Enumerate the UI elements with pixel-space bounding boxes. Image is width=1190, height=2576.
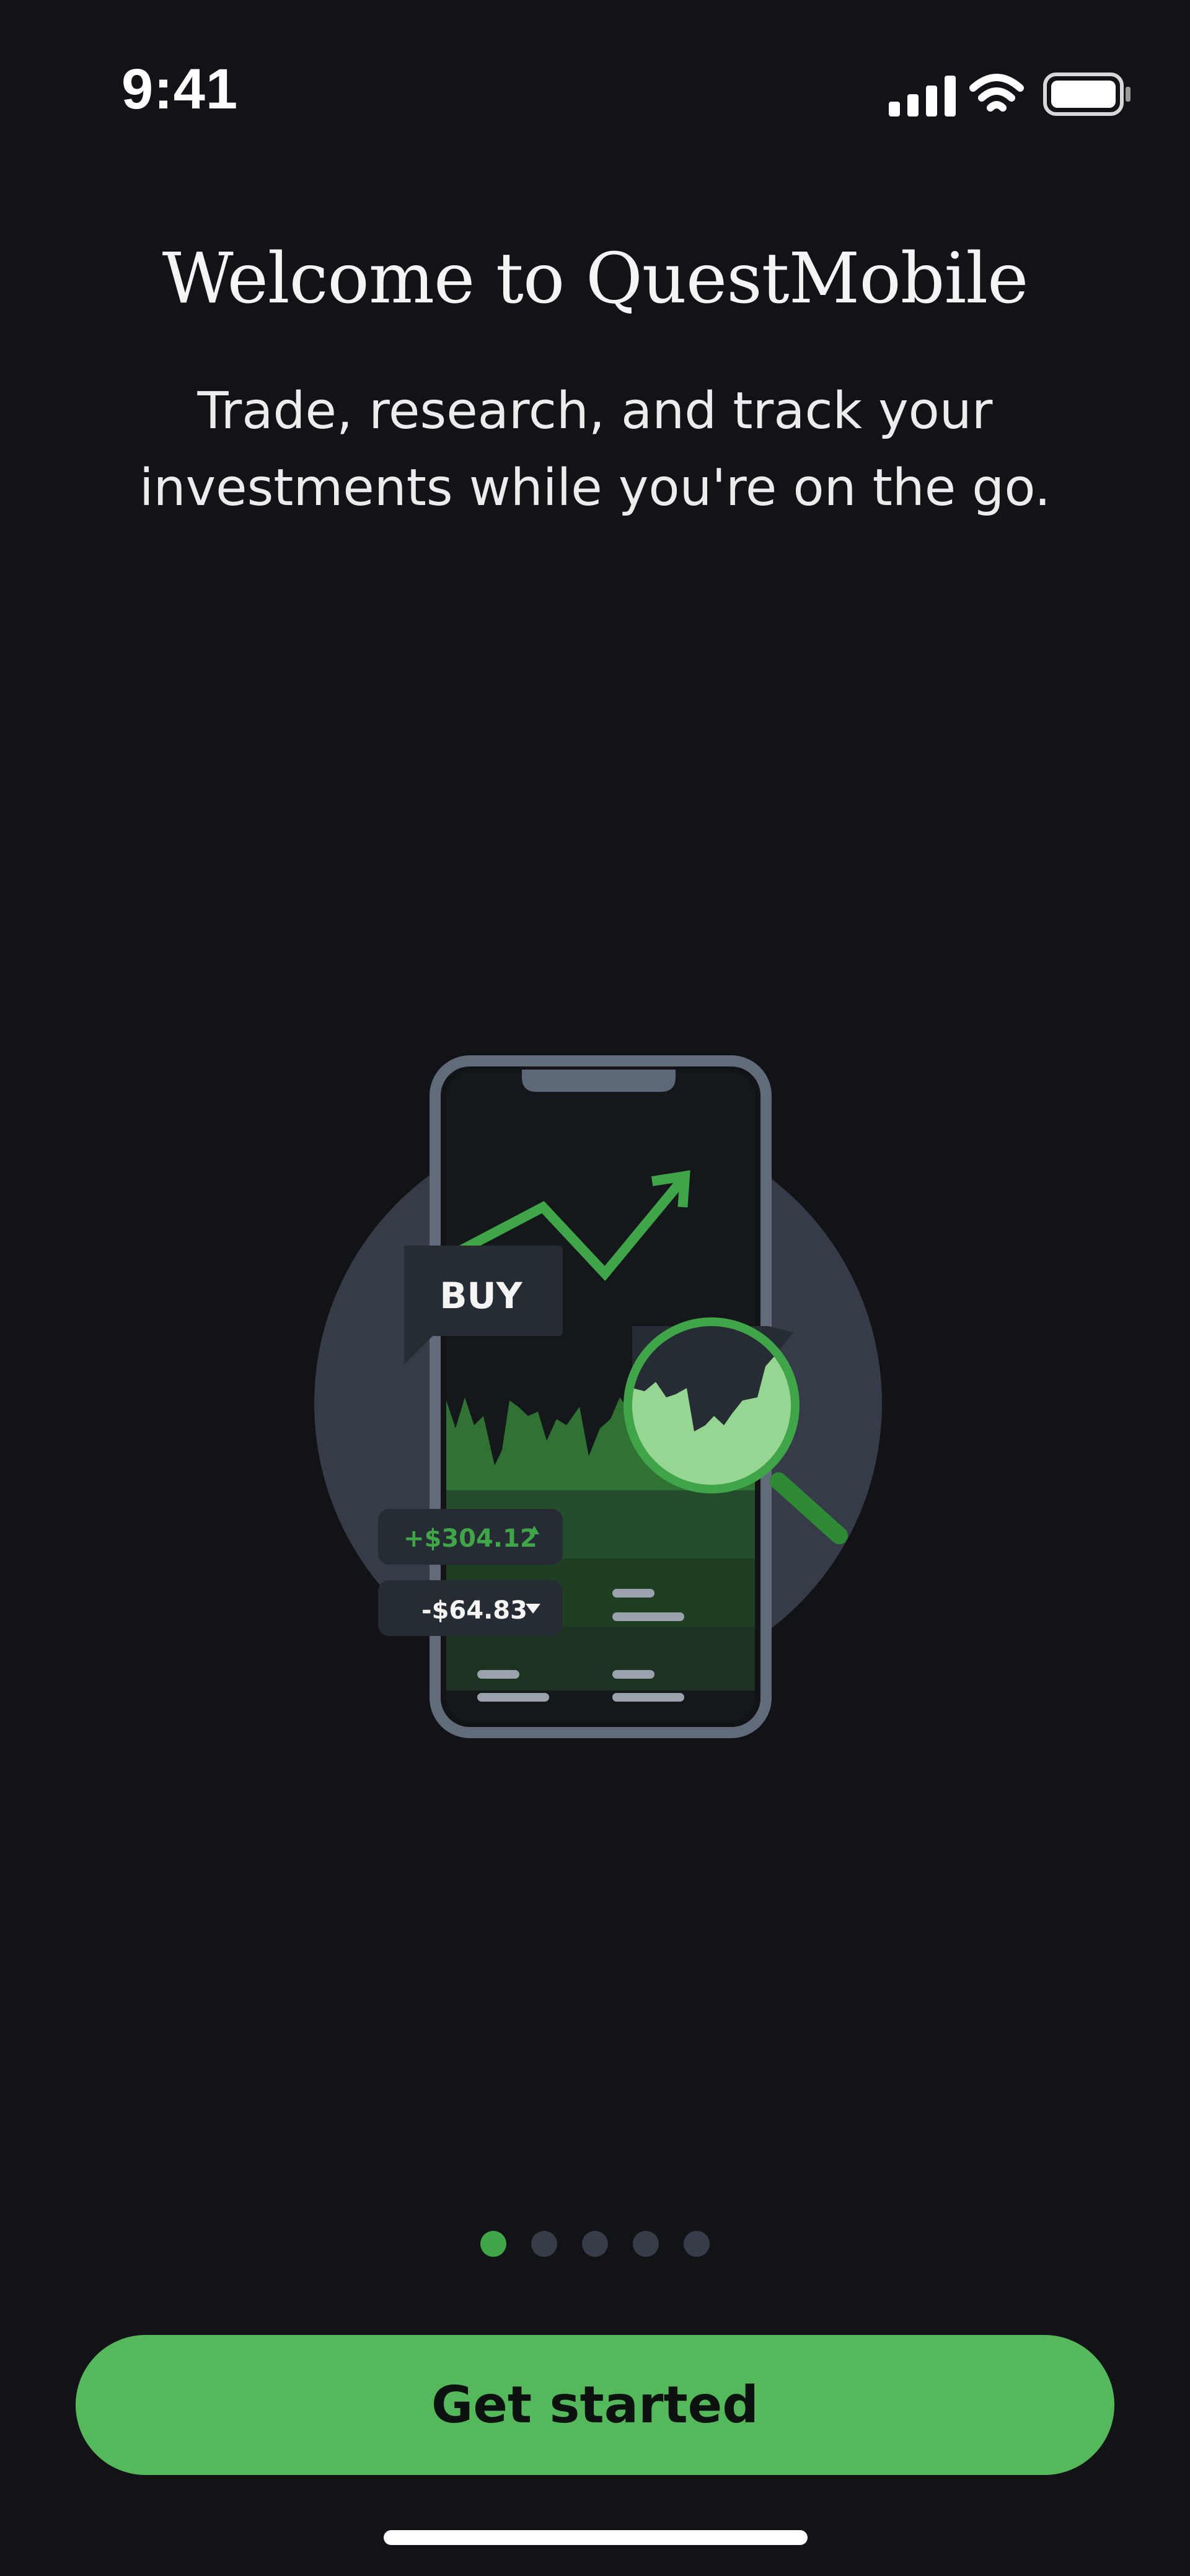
phone-notch — [522, 1070, 676, 1092]
page-dot-2[interactable] — [531, 2231, 557, 2257]
status-time: 9:41 — [121, 58, 239, 121]
welcome-subtitle: Trade, research, and track your investme… — [139, 382, 1051, 517]
status-bar: 9:41 — [0, 0, 1190, 186]
gain-pill: +$304.12 — [378, 1509, 563, 1565]
status-icons — [889, 73, 1130, 116]
get-started-button[interactable]: Get started — [76, 2335, 1114, 2475]
home-indicator[interactable] — [384, 2530, 808, 2545]
cellular-signal-icon — [889, 76, 956, 116]
page-dot-4[interactable] — [633, 2231, 659, 2257]
welcome-title: Welcome to QuestMobile — [162, 239, 1029, 319]
page-dot-5[interactable] — [684, 2231, 710, 2257]
loss-pill: -$64.83 — [378, 1580, 563, 1636]
phone-chart-illustration: BUY +$304.12 -$64.83 — [314, 1055, 882, 1738]
battery-icon — [1043, 73, 1130, 116]
page-indicator — [0, 2231, 1190, 2261]
buy-label: BUY — [439, 1275, 522, 1317]
page-dot-3[interactable] — [582, 2231, 608, 2257]
wifi-icon — [969, 74, 1024, 112]
gain-label: +$304.12 — [403, 1524, 537, 1553]
loss-label: -$64.83 — [421, 1596, 527, 1625]
page-dot-1[interactable] — [480, 2231, 506, 2257]
